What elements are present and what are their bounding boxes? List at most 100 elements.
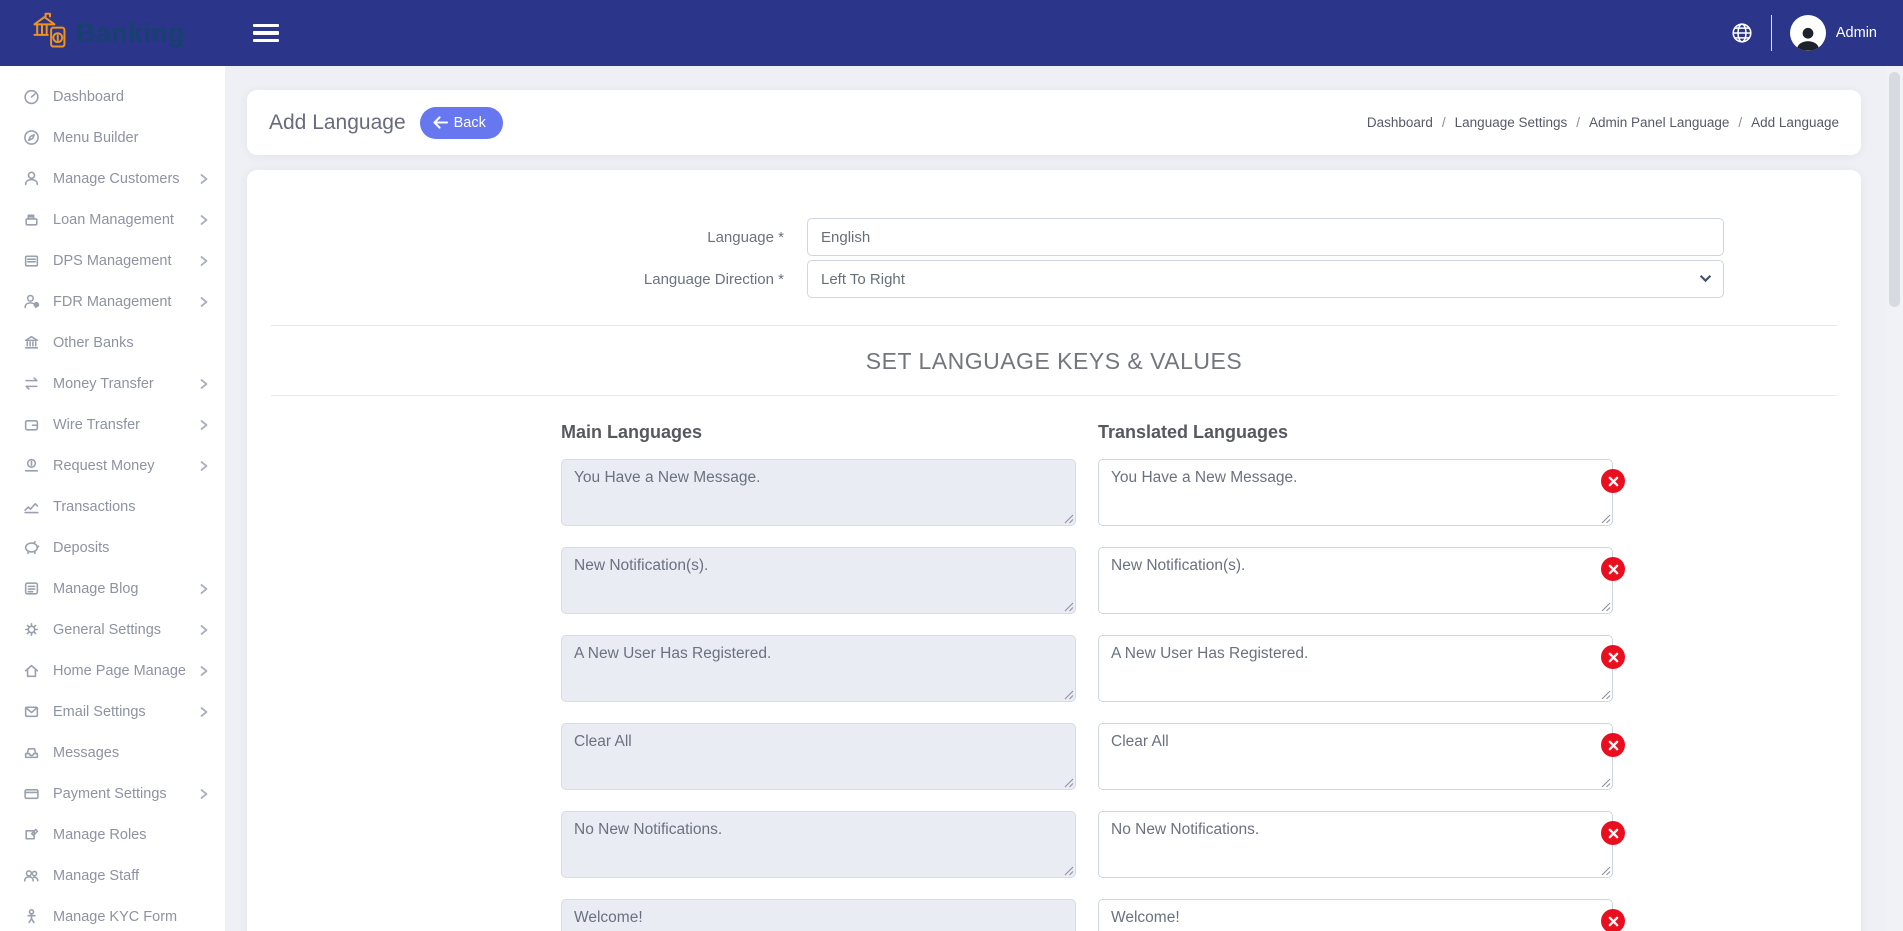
sidebar-item-transactions[interactable]: Transactions [0, 486, 225, 527]
sidebar-item-home-page-manage[interactable]: Home Page Manage [0, 650, 225, 691]
main-language-textarea[interactable]: Clear All [561, 723, 1076, 790]
translated-language-textarea[interactable]: No New Notifications. [1098, 811, 1613, 878]
chevron-right-icon [198, 173, 209, 185]
app-root: Banking Admin [0, 0, 1903, 931]
main-language-textarea[interactable]: No New Notifications. [561, 811, 1076, 878]
back-button[interactable]: Back [420, 107, 503, 139]
main-language-textarea[interactable]: New Notification(s). [561, 547, 1076, 614]
main-language-cell: You Have a New Message. [561, 459, 1076, 526]
main-content: Add Language Back Dashboard / Language Set… [225, 66, 1903, 931]
admin-label: Admin [1836, 25, 1877, 41]
sidebar-item-fdr-management[interactable]: FDR Management [0, 281, 225, 322]
sidebar-item-wire-transfer[interactable]: Wire Transfer [0, 404, 225, 445]
sidebar-nav: Dashboard Menu Builder Manage Customers … [0, 76, 225, 931]
sidebar-item-loan-management[interactable]: Loan Management [0, 199, 225, 240]
cogs-icon [22, 621, 40, 638]
brand[interactable]: Banking [0, 11, 225, 56]
main-language-cell: A New User Has Registered. [561, 635, 1076, 702]
sidebar-item-dashboard[interactable]: Dashboard [0, 76, 225, 117]
credit-card-icon [22, 785, 40, 802]
back-arrow-icon [433, 116, 448, 129]
chevron-right-icon [198, 583, 209, 595]
language-row: No New Notifications. No New Notificatio… [561, 811, 1837, 878]
main-languages-header: Main Languages [561, 422, 1076, 443]
language-row: Clear All Clear All [561, 723, 1837, 790]
hamburger-menu-button[interactable] [253, 24, 279, 42]
sidebar-item-payment-settings[interactable]: Payment Settings [0, 773, 225, 814]
translated-language-cell: Clear All [1098, 723, 1613, 790]
translated-language-textarea[interactable]: Clear All [1098, 723, 1613, 790]
language-direction-select[interactable]: Left To Right [807, 260, 1724, 298]
sidebar-item-label: Manage Roles [53, 827, 147, 843]
sidebar-item-dps-management[interactable]: DPS Management [0, 240, 225, 281]
sidebar-item-manage-roles[interactable]: Manage Roles [0, 814, 225, 855]
top-navbar: Banking Admin [0, 0, 1903, 66]
main-language-textarea[interactable]: Welcome! [561, 899, 1076, 931]
scrollbar-thumb[interactable] [1889, 72, 1900, 307]
columns-header: Main Languages Translated Languages [561, 422, 1837, 443]
page-scrollbar[interactable] [1886, 66, 1903, 931]
sidebar-item-manage-staff[interactable]: Manage Staff [0, 855, 225, 896]
sidebar-item-label: Manage Staff [53, 868, 139, 884]
breadcrumb-separator: / [1442, 115, 1446, 130]
language-row: Welcome! Welcome! [561, 899, 1837, 931]
breadcrumb-item-admin-panel-language[interactable]: Admin Panel Language [1589, 115, 1729, 130]
translated-language-textarea[interactable]: Welcome! [1098, 899, 1613, 931]
translated-languages-header: Translated Languages [1098, 422, 1613, 443]
vector-square-icon [22, 826, 40, 843]
sidebar-item-deposits[interactable]: Deposits [0, 527, 225, 568]
wallet-icon [22, 416, 40, 433]
sidebar: Dashboard Menu Builder Manage Customers … [0, 66, 225, 931]
sidebar-item-messages[interactable]: Messages [0, 732, 225, 773]
back-button-label: Back [454, 115, 486, 131]
language-row: You Have a New Message. You Have a New M… [561, 459, 1837, 526]
sidebar-item-label: Wire Transfer [53, 417, 140, 433]
language-form-row: Language * [271, 218, 1837, 256]
sidebar-item-label: FDR Management [53, 294, 171, 310]
chevron-right-icon [198, 378, 209, 390]
sidebar-item-other-banks[interactable]: Other Banks [0, 322, 225, 363]
sidebar-item-email-settings[interactable]: Email Settings [0, 691, 225, 732]
breadcrumb-item-language-settings[interactable]: Language Settings [1455, 115, 1568, 130]
breadcrumb-item-dashboard[interactable]: Dashboard [1367, 115, 1433, 130]
main-language-textarea[interactable]: You Have a New Message. [561, 459, 1076, 526]
avatar [1790, 15, 1826, 51]
language-input[interactable] [807, 218, 1724, 256]
inbox-icon [22, 744, 40, 761]
navbar-right: Admin [1731, 15, 1903, 51]
delete-translation-button[interactable] [1601, 909, 1625, 931]
main-language-textarea[interactable]: A New User Has Registered. [561, 635, 1076, 702]
delete-translation-button[interactable] [1601, 733, 1625, 757]
main-language-cell: New Notification(s). [561, 547, 1076, 614]
translated-language-textarea[interactable]: A New User Has Registered. [1098, 635, 1613, 702]
breadcrumb-item-add-language[interactable]: Add Language [1751, 115, 1839, 130]
user-tag-icon [22, 293, 40, 310]
language-globe-button[interactable] [1731, 22, 1753, 44]
delete-translation-button[interactable] [1601, 469, 1625, 493]
sidebar-item-manage-kyc-form[interactable]: Manage KYC Form [0, 896, 225, 931]
exchange-icon [22, 375, 40, 392]
sidebar-item-label: Manage KYC Form [53, 909, 177, 925]
delete-translation-button[interactable] [1601, 821, 1625, 845]
translated-language-cell: You Have a New Message. [1098, 459, 1613, 526]
sidebar-item-request-money[interactable]: Request Money [0, 445, 225, 486]
translated-language-cell: No New Notifications. [1098, 811, 1613, 878]
sidebar-item-label: Deposits [53, 540, 109, 556]
translated-language-textarea[interactable]: New Notification(s). [1098, 547, 1613, 614]
envelope-icon [22, 703, 40, 720]
sidebar-item-general-settings[interactable]: General Settings [0, 609, 225, 650]
bank-logo-icon [30, 11, 70, 56]
admin-menu[interactable]: Admin [1790, 15, 1877, 51]
sidebar-item-manage-blog[interactable]: Manage Blog [0, 568, 225, 609]
chevron-right-icon [198, 460, 209, 472]
page-header-card: Add Language Back Dashboard / Language Set… [247, 90, 1861, 155]
delete-translation-button[interactable] [1601, 645, 1625, 669]
chevron-right-icon [198, 296, 209, 308]
language-label: Language * [271, 229, 807, 246]
translated-language-textarea[interactable]: You Have a New Message. [1098, 459, 1613, 526]
breadcrumb: Dashboard/Language Settings/Admin Panel … [1367, 115, 1839, 130]
sidebar-item-manage-customers[interactable]: Manage Customers [0, 158, 225, 199]
sidebar-item-menu-builder[interactable]: Menu Builder [0, 117, 225, 158]
delete-translation-button[interactable] [1601, 557, 1625, 581]
sidebar-item-money-transfer[interactable]: Money Transfer [0, 363, 225, 404]
